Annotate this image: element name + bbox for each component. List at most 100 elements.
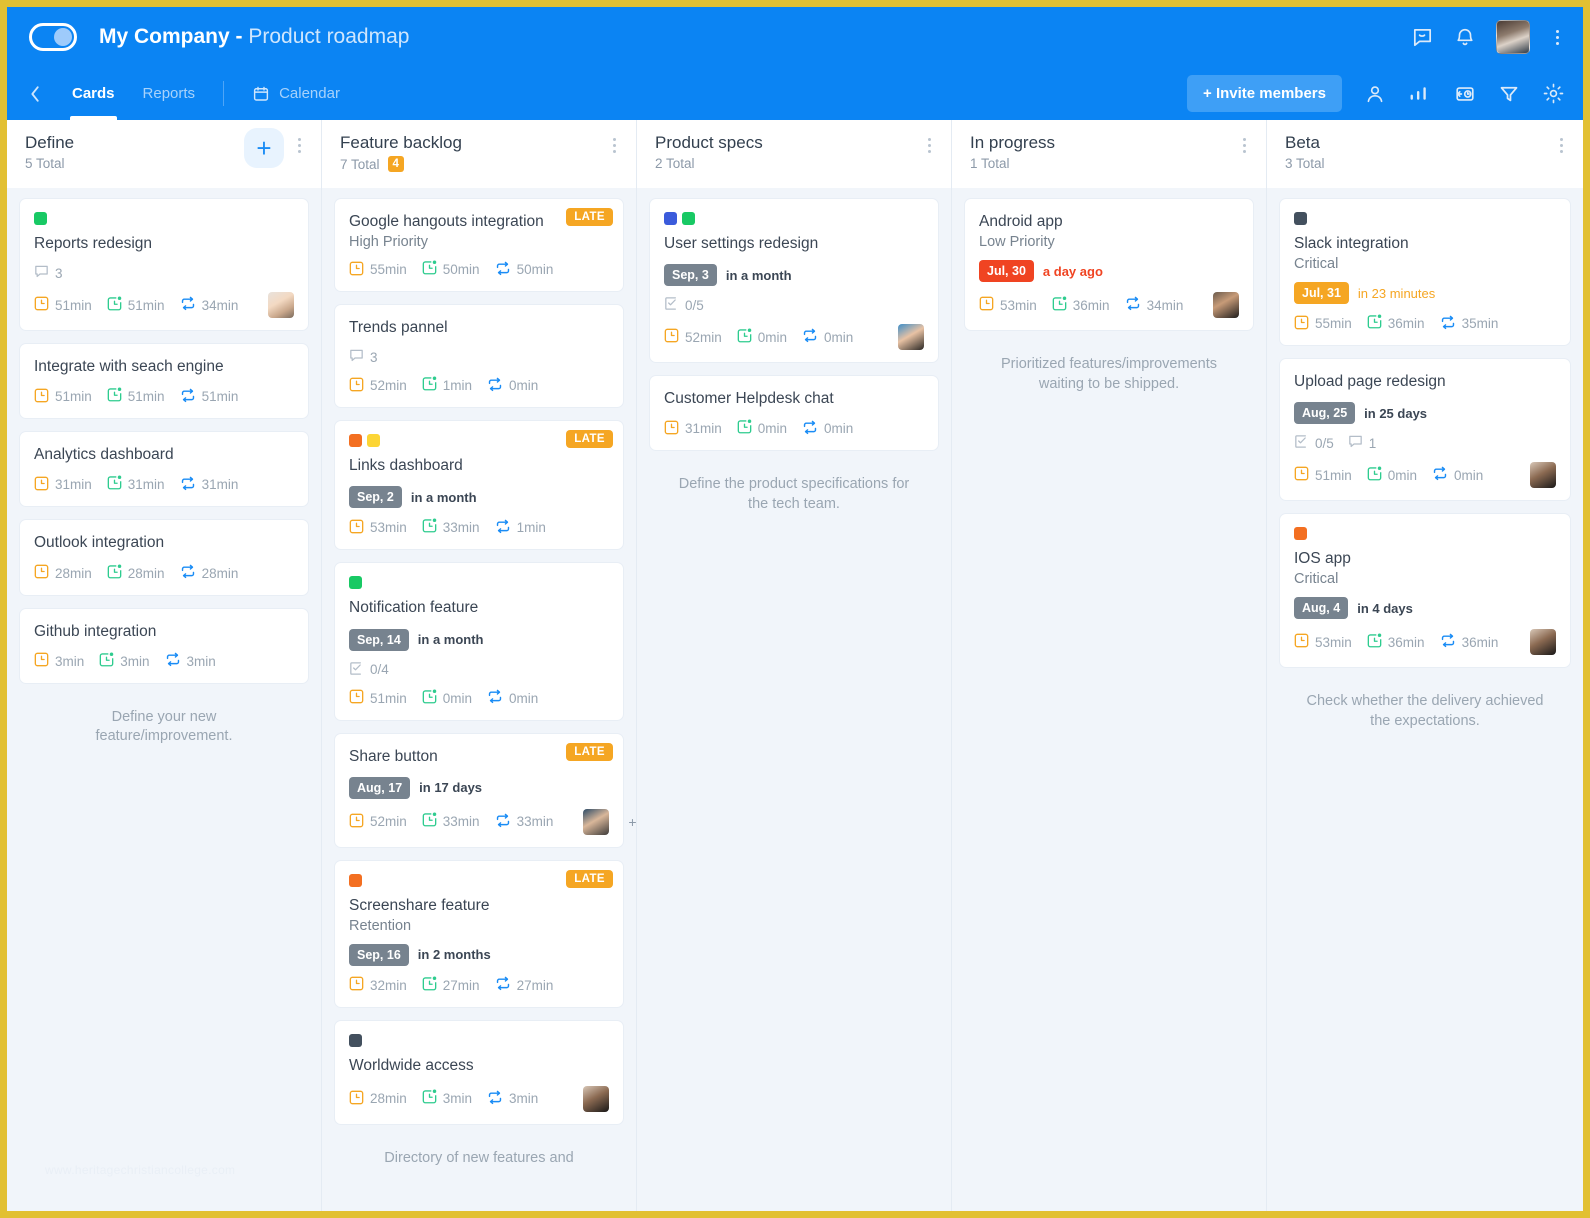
remaining-time: 34min [180,296,238,314]
tab-cards[interactable]: Cards [58,67,129,120]
tracked-value: 27min [442,977,480,993]
feedback-icon[interactable] [1411,26,1434,49]
back-chevron-icon[interactable] [29,67,58,120]
task-card[interactable]: LATE Screenshare feature Retention Sep, 16 i… [334,859,624,1008]
app-logo-icon[interactable] [29,23,77,51]
tracked-timer-icon [422,376,437,395]
task-card[interactable]: User settings redesign Sep, 3 in a month 0/… [649,198,939,364]
column-header-text: Feature backlog 7 Total 4 [340,132,599,173]
card-time-row: 55min 50min 50min [349,260,609,279]
tracked-time: 0min [737,328,787,347]
remaining-cycle-icon [165,652,181,670]
person-icon[interactable] [1364,83,1386,105]
task-card[interactable]: Integrate with seach engine 51min 51min 51m… [19,343,309,420]
assignee-avatar[interactable] [1213,292,1240,319]
column-kebab-icon[interactable] [1546,132,1567,159]
column-title: Beta [1285,133,1320,152]
add-card-button[interactable]: + [244,128,284,168]
column-total-count: 7 Total [340,156,380,172]
task-card[interactable]: LATE Links dashboard Sep, 2 in a month 53min… [334,420,624,551]
tracked-timer-icon [737,328,752,347]
tab-reports[interactable]: Reports [129,67,210,120]
remaining-value: 0min [824,421,854,437]
remaining-time: 33min [495,813,553,831]
column-footer-hint: Define the product specifications for th… [678,476,910,512]
card-title: Android app [979,213,1063,230]
due-date-chip: Jul, 31 [1294,282,1349,305]
column-subtitle: 3 Total [1285,156,1546,171]
late-badge: LATE [566,869,613,888]
tracked-timer-icon [1052,296,1067,315]
task-card[interactable]: LATE Google hangouts integration High Prio… [334,198,624,293]
gear-icon[interactable] [1542,82,1565,105]
task-card[interactable]: Outlook integration 28min 28min 28min [19,519,309,596]
remaining-cycle-icon [1440,633,1456,651]
card-title: Reports redesign [34,235,153,252]
estimate-value: 3min [55,653,85,669]
assignee-avatar[interactable] [898,324,924,351]
tracked-time: 36min [1367,314,1425,333]
tracked-value: 33min [442,520,480,536]
task-card[interactable]: Customer Helpdesk chat 31min 0min 0min [649,375,939,452]
remaining-time: 51min [180,388,238,406]
card-label-chip [664,212,677,225]
assignee-avatar[interactable] [583,1085,609,1112]
task-card[interactable]: Trends pannel 3 52min 1min 0min [334,304,624,409]
column-kebab-icon[interactable] [599,132,620,159]
user-avatar[interactable] [1496,20,1530,54]
tab-calendar-label: Calendar [279,85,340,102]
assignee-avatar[interactable] [268,292,295,319]
column-kebab-icon[interactable] [1229,132,1250,159]
card-time-row: 51min 51min 34min [34,292,295,319]
card-label-chip [1294,212,1307,225]
remaining-value: 0min [824,329,854,345]
estimate-icon [349,1090,364,1108]
top-bar-kebab-icon[interactable] [1550,28,1565,47]
task-card[interactable]: LATE Share button Aug, 17 in 17 days 52min 33… [334,732,636,848]
task-card[interactable]: Reports redesign 3 51min 51min 34min [19,198,309,332]
remaining-value: 31min [201,477,239,493]
column-subtitle: 5 Total [25,156,244,171]
checklist-icon [349,661,364,679]
kanban-board: Define 5 Total + Reports redesign 3 51min 51mi… [7,120,1583,1211]
column-kebab-icon[interactable] [914,132,935,159]
estimate-value: 55min [1315,316,1352,332]
column-footer-hint: Directory of new features and [384,1149,574,1166]
assignee-avatar[interactable] [583,808,610,835]
task-card[interactable]: Android app Low Priority Jul, 30 a day ago 5… [964,198,1254,332]
time-entry-icon[interactable] [1454,83,1476,105]
column-header: Feature backlog 7 Total 4 [322,120,636,188]
task-card[interactable]: Worldwide access 28min 3min 3min [334,1019,624,1125]
column-late-badge: 4 [387,156,404,173]
tracked-time: 0min [1367,466,1417,485]
late-badge: LATE [566,742,613,761]
tracked-value: 0min [757,329,788,345]
assignee-avatar[interactable] [1530,462,1556,489]
due-date-chip: Sep, 2 [349,486,402,509]
task-card[interactable]: Github integration 3min 3min 3min [19,607,309,684]
task-card[interactable]: IOS app Critical Aug, 4 in 4 days 53min 36min… [1279,513,1571,669]
bell-icon[interactable] [1454,26,1476,48]
board-column: In progress 1 Total Android app Low Priorit… [952,120,1267,1211]
card-due-row: Sep, 3 in a month [664,264,924,287]
card-time-row: 28min 28min 28min [34,564,294,583]
task-card[interactable]: Slack integration Critical Jul, 31 in 23 mi… [1279,198,1571,347]
task-card[interactable]: Analytics dashboard 31min 31min 31min [19,431,309,508]
bar-chart-icon[interactable] [1408,83,1432,105]
column-card-list: Android app Low Priority Jul, 30 a day ago 5… [952,188,1266,1211]
card-meta-row: 3 [34,264,294,282]
remaining-cycle-icon [1432,466,1448,484]
tracked-time: 0min [422,689,472,708]
tab-calendar[interactable]: Calendar [238,67,354,120]
column-kebab-icon[interactable] [284,132,305,159]
estimate-value: 52min [370,814,407,830]
invite-members-button[interactable]: + Invite members [1187,75,1342,112]
filter-icon[interactable] [1498,83,1520,105]
assignee-avatar[interactable] [1530,629,1556,656]
tracked-value: 0min [442,690,473,706]
remaining-value: 27min [516,977,554,993]
card-time-row: 28min 3min 3min [349,1085,609,1112]
column-header: Beta 3 Total [1267,120,1583,188]
task-card[interactable]: Upload page redesign Aug, 25 in 25 days 0/5… [1279,358,1571,502]
task-card[interactable]: Notification feature Sep, 14 in a month 0/4… [334,562,624,721]
